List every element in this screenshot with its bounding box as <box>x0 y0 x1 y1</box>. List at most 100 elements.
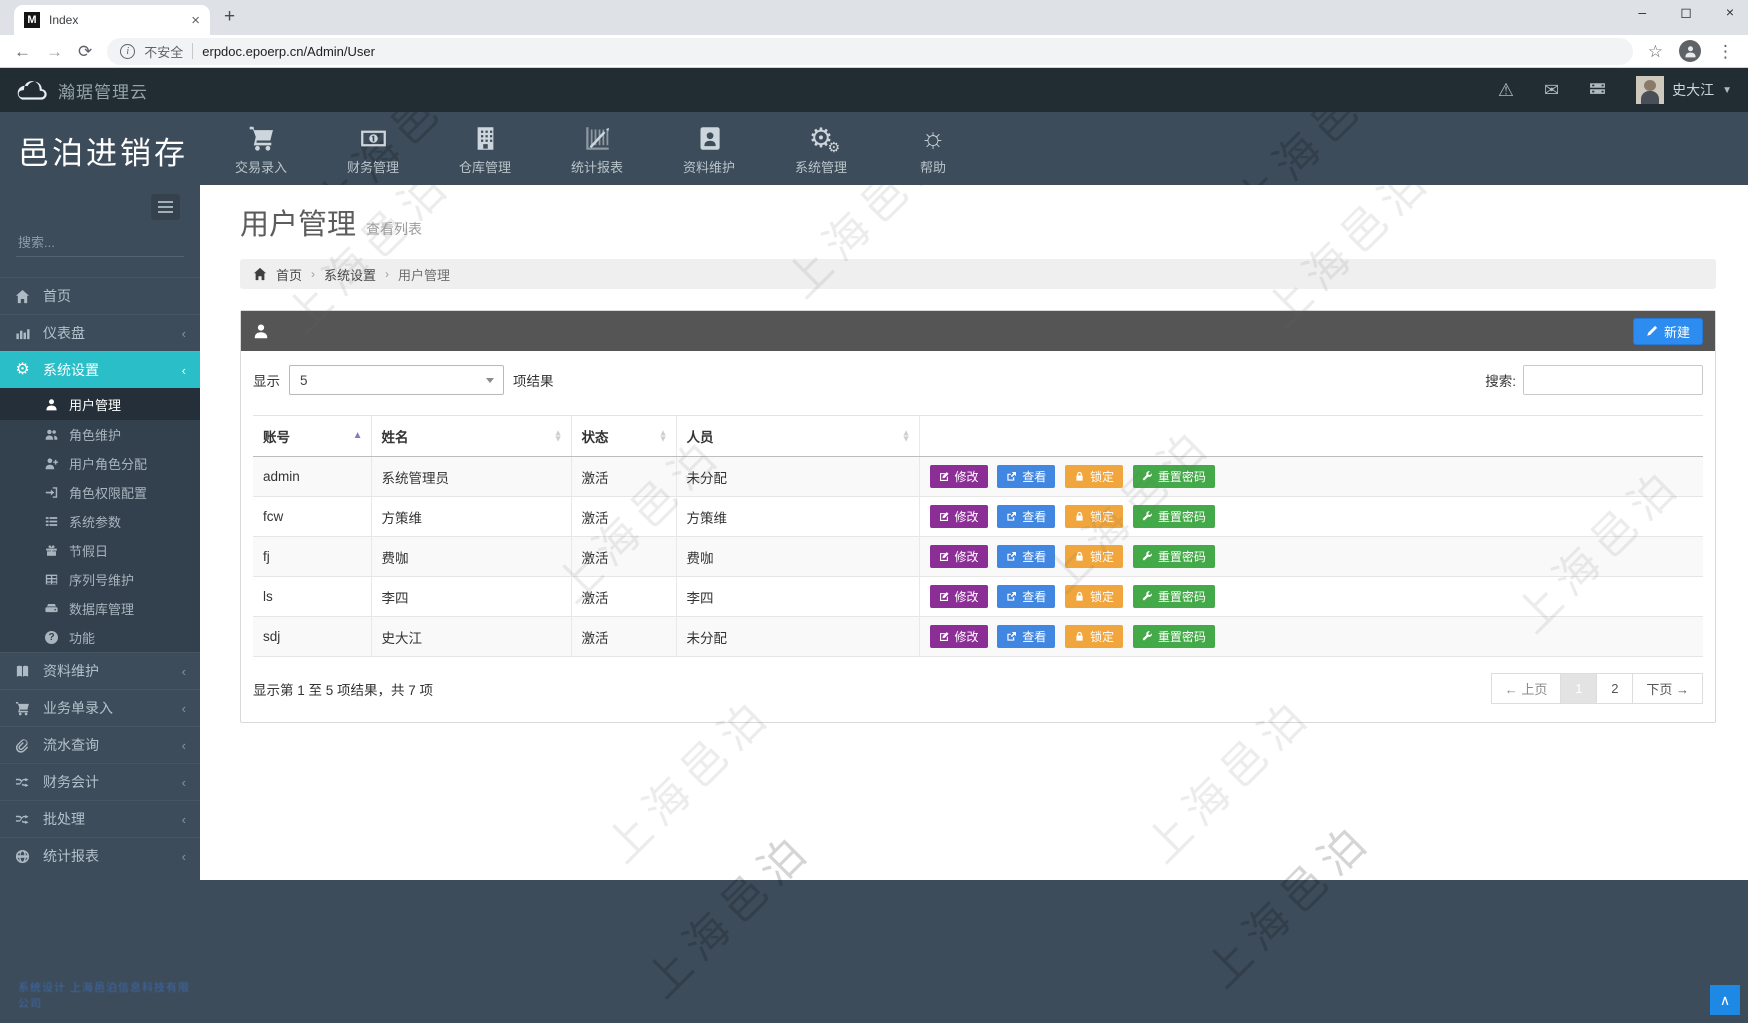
pagination-next-button[interactable]: 下页 → <box>1632 673 1703 704</box>
view-button[interactable]: 查看 <box>997 625 1056 648</box>
edit-button[interactable]: 修改 <box>929 585 988 608</box>
alerts-warning-icon[interactable]: ⚠ <box>1498 81 1514 99</box>
browser-menu-icon[interactable]: ⋮ <box>1717 43 1734 60</box>
top-menu-item-finance[interactable]: 财务管理 <box>317 112 429 185</box>
top-menu-label: 系统管理 <box>794 159 847 175</box>
edit-button[interactable]: 修改 <box>929 465 988 488</box>
bookmark-star-icon[interactable]: ☆ <box>1648 43 1663 60</box>
top-menu-item-reports[interactable]: 统计报表 <box>541 112 653 185</box>
forward-icon[interactable]: → <box>46 43 63 60</box>
user-name: 史大江 <box>1672 82 1715 98</box>
window-maximize-button[interactable]: ◻ <box>1680 4 1692 21</box>
column-header-name[interactable]: 姓名 ▲ ▼ <box>370 415 571 457</box>
submenu-item-user-management[interactable]: 用户管理 <box>0 388 200 420</box>
sidebar-item-statistics-reports[interactable]: 统计报表 ‹ <box>0 837 200 874</box>
page-length-select[interactable]: 5 <box>289 365 504 395</box>
sidebar-toggle-hamburger-icon[interactable] <box>151 194 180 220</box>
top-menu-item-help[interactable]: ☼ 帮助 <box>877 112 989 185</box>
user-menu[interactable]: 史大江 ▼ <box>1636 76 1732 104</box>
view-button[interactable]: 查看 <box>997 585 1056 608</box>
breadcrumb-home[interactable]: 首页 <box>276 265 302 284</box>
reset-password-button[interactable]: 重置密码 <box>1132 505 1215 528</box>
top-menu-item-warehouse[interactable]: 仓库管理 <box>429 112 541 185</box>
sidebar-item-financial-accounting[interactable]: 财务会计 ‹ <box>0 763 200 800</box>
sidebar-item-system-settings[interactable]: ⚙ 系统设置 ‹ <box>0 351 200 388</box>
submenu-item-system-params[interactable]: 系统参数 <box>0 507 200 536</box>
table-row: admin 系统管理员 激活 未分配 修改 查看 锁定 重置密码 <box>253 456 1703 497</box>
edit-button[interactable]: 修改 <box>929 505 988 528</box>
sidebar-search-input[interactable] <box>18 235 194 250</box>
caret-down-icon <box>486 378 494 383</box>
submenu-item-role-maintenance[interactable]: 角色维护 <box>0 420 200 449</box>
sidebar-item-home[interactable]: 首页 <box>0 277 200 314</box>
tab-close-icon[interactable]: × <box>191 13 200 28</box>
top-menu-item-transactions[interactable]: 交易录入 <box>205 112 317 185</box>
top-menu-item-system[interactable]: ⚙ ⚙ 系统管理 <box>765 112 877 185</box>
top-menu-item-masterdata[interactable]: 资料维护 <box>653 112 765 185</box>
sidebar-item-batch-processing[interactable]: 批处理 ‹ <box>0 800 200 837</box>
messages-envelope-icon[interactable]: ✉ <box>1544 81 1559 99</box>
breadcrumb-current: 用户管理 <box>398 267 451 283</box>
submenu-item-role-permission[interactable]: 角色权限配置 <box>0 478 200 507</box>
column-header-account[interactable]: 账号 ▲ <box>253 415 371 457</box>
lock-icon <box>1074 471 1085 482</box>
edit-button[interactable]: 修改 <box>929 545 988 568</box>
cell-status: 激活 <box>570 576 676 617</box>
reset-password-button[interactable]: 重置密码 <box>1132 465 1215 488</box>
sidebar-item-masterdata[interactable]: 资料维护 ‹ <box>0 652 200 689</box>
sort-icons: ▲ ▼ <box>901 427 911 443</box>
lock-button[interactable]: 锁定 <box>1065 465 1124 488</box>
lock-button[interactable]: 锁定 <box>1065 505 1124 528</box>
window-minimize-button[interactable]: – <box>1638 4 1646 21</box>
back-to-top-button[interactable]: ∧ <box>1710 985 1740 1015</box>
sign-in-icon <box>44 486 59 499</box>
submenu-item-serial-maintenance[interactable]: 序列号维护 <box>0 565 200 594</box>
pagination-page-2-button[interactable]: 2 <box>1596 673 1634 704</box>
user-table-panel: 新建 显示 5 项结果 搜索: 账号 ▲ 姓名 ▲ ▼ 状态 ▲ ▼ 人员 ▲ ▼ <box>240 310 1716 723</box>
submenu-item-holidays[interactable]: 节假日 <box>0 536 200 565</box>
top-menu-label: 交易录入 <box>234 159 287 175</box>
submenu-item-user-role-assign[interactable]: 用户角色分配 <box>0 449 200 478</box>
submenu-item-functions[interactable]: ? 功能 <box>0 623 200 652</box>
create-new-button[interactable]: 新建 <box>1632 317 1703 345</box>
external-link-icon <box>1006 551 1017 562</box>
view-button[interactable]: 查看 <box>997 465 1056 488</box>
cell-account: fj <box>253 536 371 577</box>
edit-button[interactable]: 修改 <box>929 625 988 648</box>
top-menu-label: 统计报表 <box>570 159 623 175</box>
submenu-item-database-management[interactable]: 数据库管理 <box>0 594 200 623</box>
view-button[interactable]: 查看 <box>997 545 1056 568</box>
column-header-status[interactable]: 状态 ▲ ▼ <box>570 415 676 457</box>
breadcrumb-system-settings[interactable]: 系统设置 <box>324 265 376 284</box>
gift-icon <box>44 544 59 557</box>
browser-profile-icon[interactable] <box>1679 40 1701 62</box>
new-tab-button[interactable]: + <box>224 6 235 28</box>
sidebar-item-transaction-query[interactable]: 流水查询 ‹ <box>0 726 200 763</box>
pagination-page-1-button[interactable]: 1 <box>1560 673 1598 704</box>
address-input[interactable]: i 不安全 erpdoc.epoerp.cn/Admin/User <box>107 37 1633 65</box>
lock-button[interactable]: 锁定 <box>1065 585 1124 608</box>
pagination-prev-button[interactable]: ← 上页 <box>1490 673 1562 704</box>
reset-password-button[interactable]: 重置密码 <box>1132 585 1215 608</box>
view-button[interactable]: 查看 <box>997 505 1056 528</box>
back-icon[interactable]: ← <box>14 43 31 60</box>
sidebar-item-business-entry[interactable]: 业务单录入 ‹ <box>0 689 200 726</box>
sidebar-item-dashboard[interactable]: 仪表盘 ‹ <box>0 314 200 351</box>
reset-password-button[interactable]: 重置密码 <box>1132 545 1215 568</box>
window-close-button[interactable]: × <box>1726 4 1734 21</box>
browser-tab[interactable]: M Index × <box>14 5 210 35</box>
submenu-item-label: 用户管理 <box>69 397 122 413</box>
help-sun-icon: ☼ <box>920 121 946 153</box>
tasks-server-icon[interactable] <box>1589 80 1606 100</box>
users-icon <box>44 428 59 441</box>
table-footer: 显示第 1 至 5 项结果，共 7 项 ← 上页 1 2 下页 → <box>241 657 1715 722</box>
app-logo[interactable]: 瀚琚管理云 <box>16 78 148 103</box>
reload-icon[interactable]: ⟳ <box>78 43 92 60</box>
reset-password-button[interactable]: 重置密码 <box>1132 625 1215 648</box>
page-info-icon[interactable]: i <box>120 43 136 59</box>
column-header-person[interactable]: 人员 ▲ ▼ <box>675 415 919 457</box>
cell-person: 费咖 <box>675 536 919 577</box>
lock-button[interactable]: 锁定 <box>1065 625 1124 648</box>
table-search-input[interactable] <box>1523 365 1703 395</box>
lock-button[interactable]: 锁定 <box>1065 545 1124 568</box>
